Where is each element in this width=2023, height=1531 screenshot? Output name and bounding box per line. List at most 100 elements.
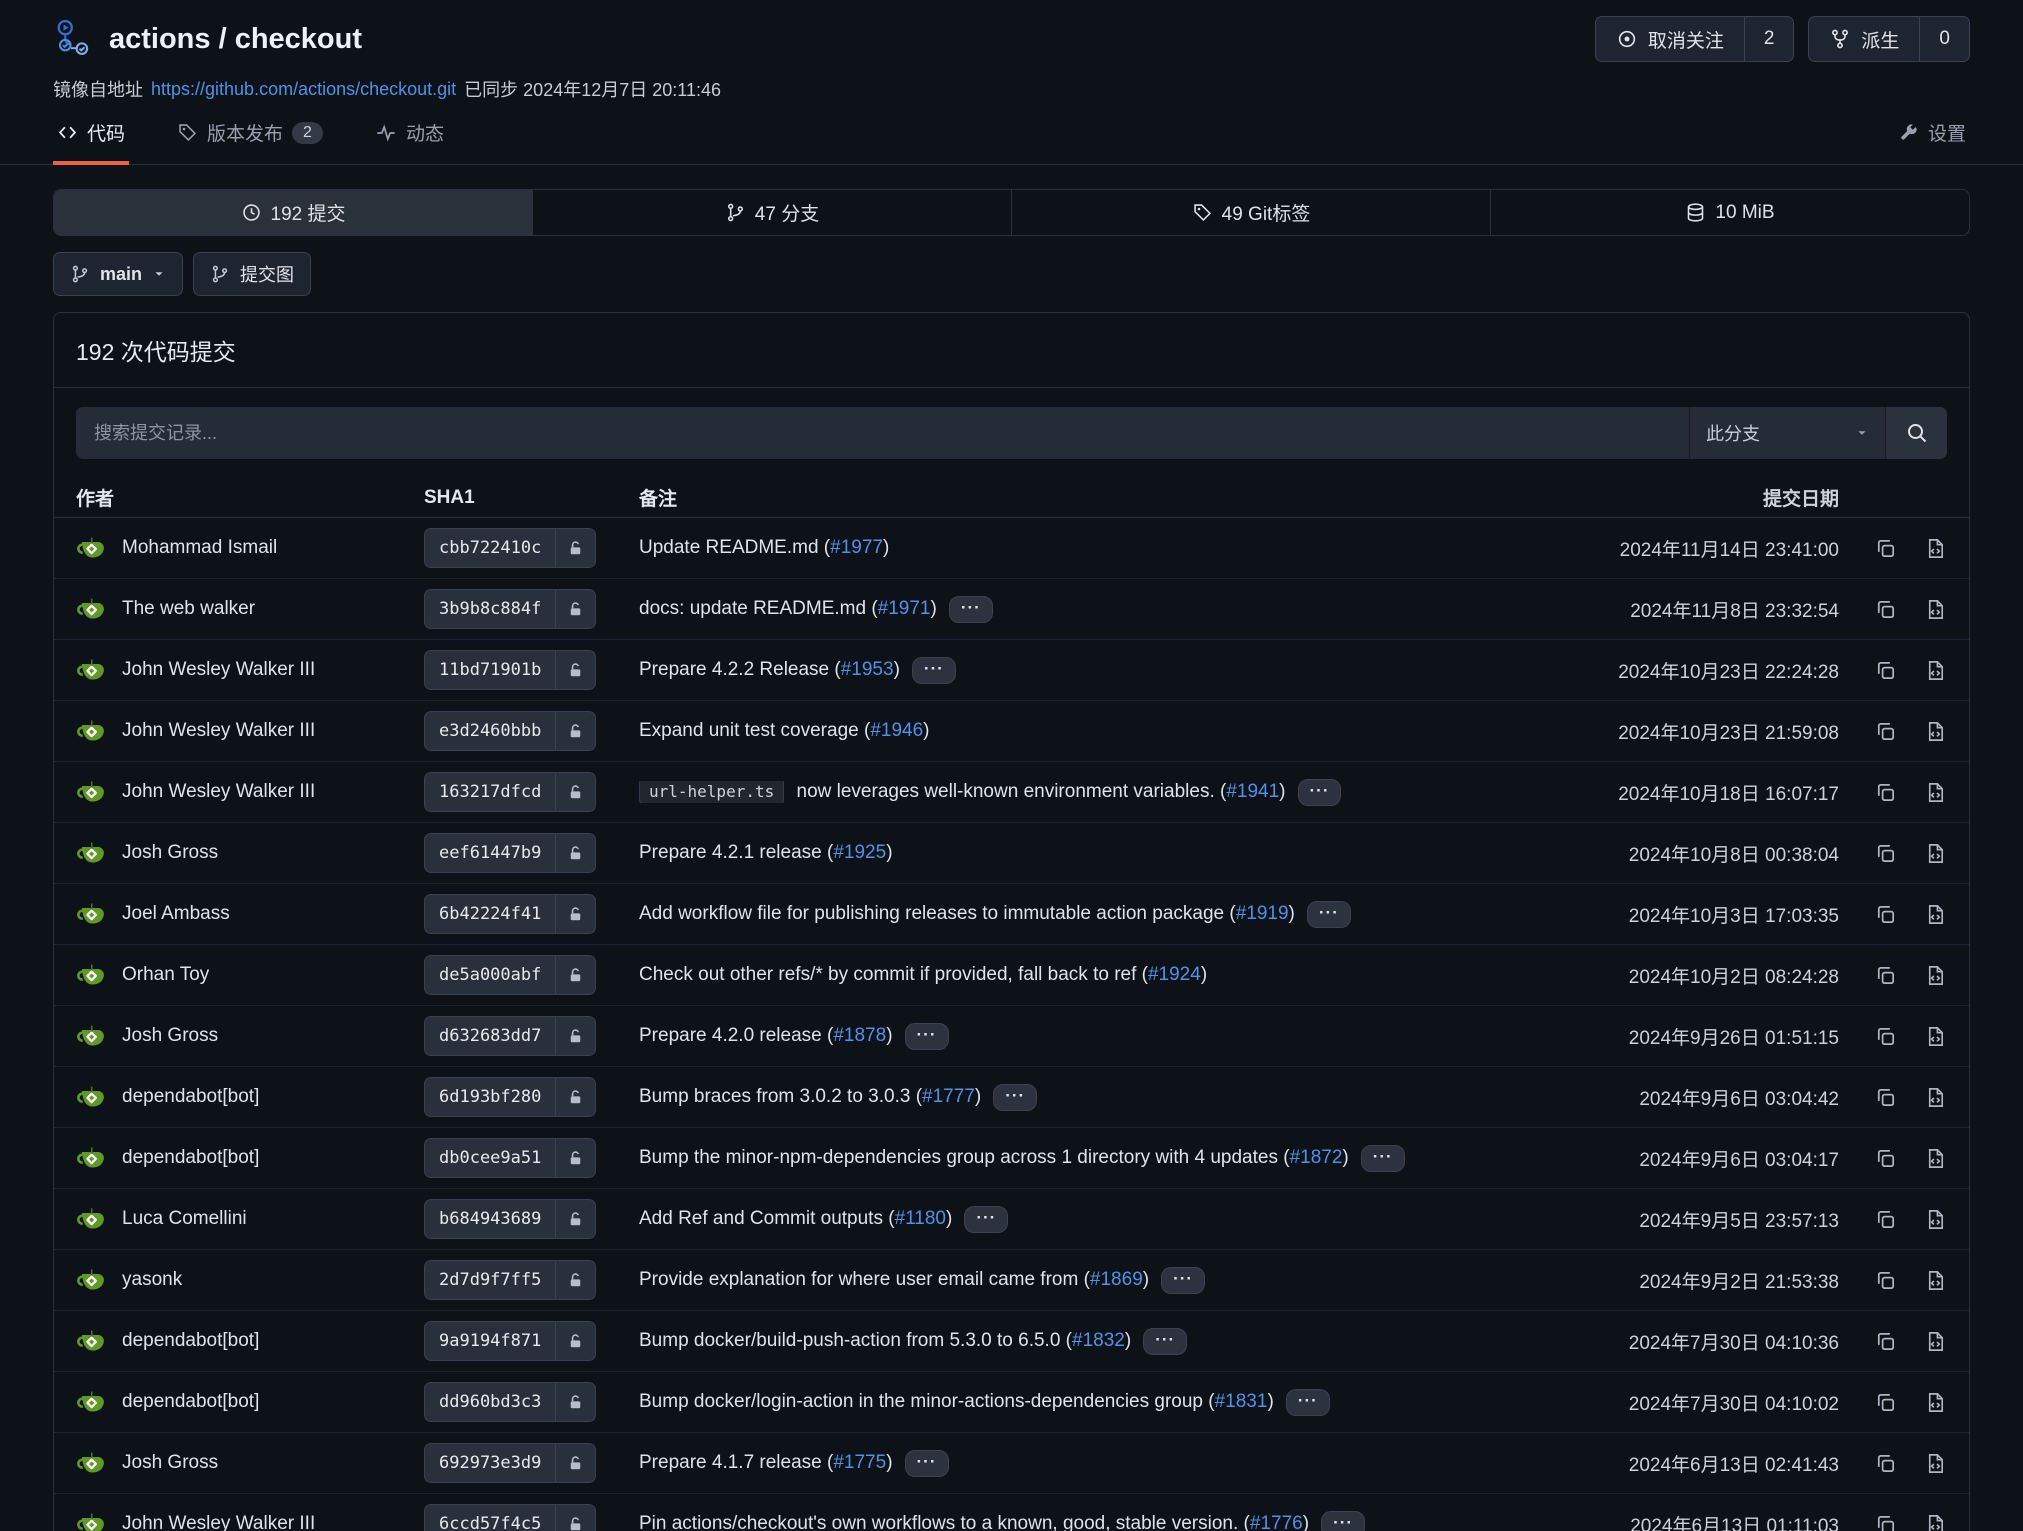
commit-sha-chip[interactable]: eef61447b9 — [424, 833, 596, 873]
commit-expand-button[interactable]: ··· — [1143, 1328, 1187, 1355]
commit-author-name[interactable]: Josh Gross — [122, 1452, 218, 1474]
browse-source-icon[interactable] — [1924, 1208, 1947, 1231]
copy-sha-icon[interactable] — [1874, 1513, 1897, 1531]
commit-expand-button[interactable]: ··· — [905, 1023, 949, 1050]
commit-author-name[interactable]: dependabot[bot] — [122, 1391, 259, 1413]
avatar[interactable] — [76, 1082, 107, 1113]
fork-count[interactable]: 0 — [1919, 17, 1969, 61]
avatar[interactable] — [76, 594, 107, 625]
copy-sha-icon[interactable] — [1874, 720, 1897, 743]
unwatch-button[interactable]: 取消关注 2 — [1595, 16, 1795, 62]
commit-author-name[interactable]: Luca Comellini — [122, 1208, 247, 1230]
commit-pr-link[interactable]: #1971 — [878, 598, 931, 619]
commit-sha-chip[interactable]: 11bd71901b — [424, 650, 596, 690]
commit-pr-link[interactable]: #1924 — [1148, 964, 1201, 985]
watch-count[interactable]: 2 — [1744, 17, 1794, 61]
avatar[interactable] — [76, 1265, 107, 1296]
browse-source-icon[interactable] — [1924, 903, 1947, 926]
browse-source-icon[interactable] — [1924, 1086, 1947, 1109]
commit-author-name[interactable]: dependabot[bot] — [122, 1086, 259, 1108]
copy-sha-icon[interactable] — [1874, 1147, 1897, 1170]
commit-sha-chip[interactable]: 6d193bf280 — [424, 1077, 596, 1117]
stat-size[interactable]: 10 MiB — [1490, 190, 1969, 235]
branch-filter-dropdown[interactable]: 此分支 — [1689, 407, 1885, 459]
avatar[interactable] — [76, 1021, 107, 1052]
copy-sha-icon[interactable] — [1874, 964, 1897, 987]
browse-source-icon[interactable] — [1924, 598, 1947, 621]
commit-pr-link[interactable]: #1872 — [1290, 1147, 1343, 1168]
commit-expand-button[interactable]: ··· — [1361, 1145, 1405, 1172]
avatar[interactable] — [76, 1204, 107, 1235]
commit-author-name[interactable]: Orhan Toy — [122, 964, 209, 986]
commit-author-name[interactable]: Josh Gross — [122, 1025, 218, 1047]
commit-pr-link[interactable]: #1777 — [922, 1086, 975, 1107]
tab-settings[interactable]: 设置 — [1894, 119, 1970, 165]
commit-sha-chip[interactable]: db0cee9a51 — [424, 1138, 596, 1178]
avatar[interactable] — [76, 838, 107, 869]
copy-sha-icon[interactable] — [1874, 1025, 1897, 1048]
avatar[interactable] — [76, 716, 107, 747]
search-button[interactable] — [1885, 407, 1947, 459]
tab-code[interactable]: 代码 — [53, 119, 129, 165]
commit-sha-chip[interactable]: 692973e3d9 — [424, 1443, 596, 1483]
commit-sha-chip[interactable]: 2d7d9f7ff5 — [424, 1260, 596, 1300]
commit-author-name[interactable]: dependabot[bot] — [122, 1147, 259, 1169]
branch-selector[interactable]: main — [53, 252, 183, 296]
avatar[interactable] — [76, 899, 107, 930]
copy-sha-icon[interactable] — [1874, 781, 1897, 804]
commit-sha-chip[interactable]: b684943689 — [424, 1199, 596, 1239]
copy-sha-icon[interactable] — [1874, 537, 1897, 560]
browse-source-icon[interactable] — [1924, 1269, 1947, 1292]
copy-sha-icon[interactable] — [1874, 1086, 1897, 1109]
commit-sha-chip[interactable]: cbb722410c — [424, 528, 596, 568]
commit-pr-link[interactable]: #1878 — [833, 1025, 886, 1046]
browse-source-icon[interactable] — [1924, 659, 1947, 682]
commit-sha-chip[interactable]: 9a9194f871 — [424, 1321, 596, 1361]
commit-sha-chip[interactable]: d632683dd7 — [424, 1016, 596, 1056]
avatar[interactable] — [76, 1326, 107, 1357]
commit-author-name[interactable]: dependabot[bot] — [122, 1330, 259, 1352]
tab-activity[interactable]: 动态 — [371, 119, 448, 165]
commit-expand-button[interactable]: ··· — [1286, 1389, 1330, 1416]
commit-author-name[interactable]: John Wesley Walker III — [122, 659, 315, 681]
avatar[interactable] — [76, 655, 107, 686]
avatar[interactable] — [76, 960, 107, 991]
commit-expand-button[interactable]: ··· — [1307, 901, 1351, 928]
stat-branches[interactable]: 47 分支 — [532, 190, 1011, 235]
commit-author-name[interactable]: Joel Ambass — [122, 903, 230, 925]
commit-pr-link[interactable]: #1832 — [1072, 1330, 1125, 1351]
commit-graph-button[interactable]: 提交图 — [193, 252, 311, 296]
copy-sha-icon[interactable] — [1874, 1208, 1897, 1231]
commit-expand-button[interactable]: ··· — [1321, 1511, 1365, 1531]
commit-sha-chip[interactable]: de5a000abf — [424, 955, 596, 995]
commit-sha-chip[interactable]: e3d2460bbb — [424, 711, 596, 751]
commit-author-name[interactable]: John Wesley Walker III — [122, 720, 315, 742]
commit-author-name[interactable]: Mohammad Ismail — [122, 537, 277, 559]
commit-sha-chip[interactable]: 3b9b8c884f — [424, 589, 596, 629]
commit-pr-link[interactable]: #1946 — [870, 720, 923, 741]
commit-sha-chip[interactable]: 6ccd57f4c5 — [424, 1504, 596, 1531]
browse-source-icon[interactable] — [1924, 1330, 1947, 1353]
copy-sha-icon[interactable] — [1874, 1330, 1897, 1353]
commit-expand-button[interactable]: ··· — [993, 1084, 1037, 1111]
browse-source-icon[interactable] — [1924, 1147, 1947, 1170]
stat-tags[interactable]: 49 Git标签 — [1011, 190, 1490, 235]
commit-expand-button[interactable]: ··· — [1298, 779, 1342, 806]
avatar[interactable] — [76, 1509, 107, 1531]
browse-source-icon[interactable] — [1924, 964, 1947, 987]
avatar[interactable] — [76, 1448, 107, 1479]
commit-author-name[interactable]: yasonk — [122, 1269, 182, 1291]
tab-releases[interactable]: 版本发布 2 — [173, 119, 327, 165]
commit-pr-link[interactable]: #1180 — [895, 1208, 946, 1229]
fork-button[interactable]: 派生 0 — [1808, 16, 1970, 62]
commit-author-name[interactable]: John Wesley Walker III — [122, 1513, 315, 1531]
browse-source-icon[interactable] — [1924, 842, 1947, 865]
commit-pr-link[interactable]: #1977 — [830, 537, 883, 558]
browse-source-icon[interactable] — [1924, 537, 1947, 560]
copy-sha-icon[interactable] — [1874, 659, 1897, 682]
commit-pr-link[interactable]: #1831 — [1215, 1391, 1268, 1412]
avatar[interactable] — [76, 1387, 107, 1418]
commit-expand-button[interactable]: ··· — [912, 657, 956, 684]
browse-source-icon[interactable] — [1924, 1391, 1947, 1414]
browse-source-icon[interactable] — [1924, 1452, 1947, 1475]
